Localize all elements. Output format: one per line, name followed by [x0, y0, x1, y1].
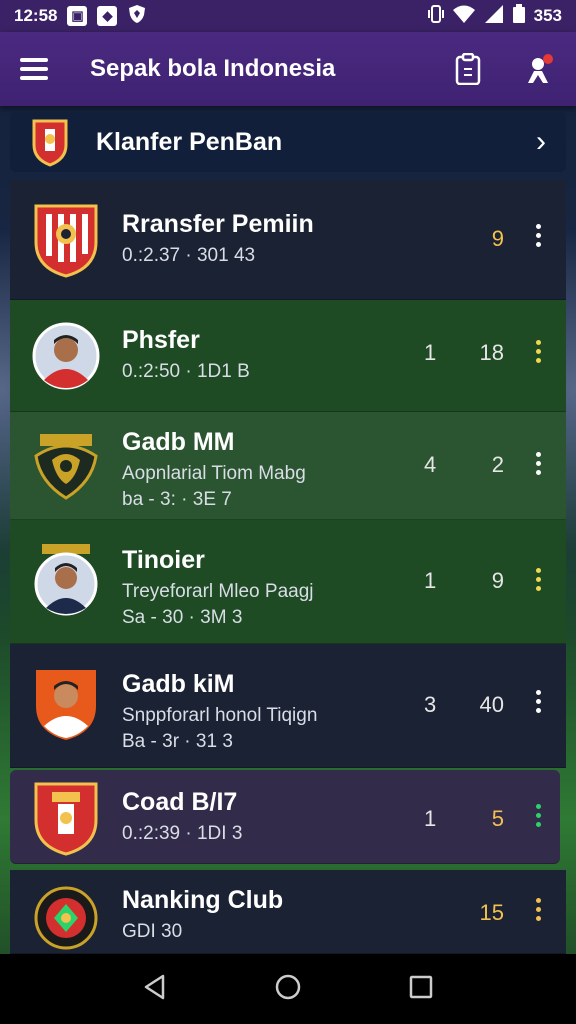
- item-detail: Treyeforarl Mleo Paagj: [122, 581, 314, 602]
- status-bar: 12:58 ▣ ◆ 353: [0, 0, 576, 32]
- item-detail: 0.:2:39 · 1DI 3: [122, 823, 243, 844]
- item-value: 1: [424, 340, 437, 365]
- item-count: 9: [491, 568, 504, 593]
- section-title: Klanfer PenBan: [96, 127, 283, 156]
- item-detail-secondary: Sa - 30 · 3M 3: [122, 607, 243, 628]
- item-detail-secondary: Ba - 3r · 31 3: [122, 731, 233, 752]
- item-detail: 0.:2.37 · 301 43: [122, 245, 256, 266]
- item-name: Rransfer Pemiin: [122, 210, 314, 238]
- list-item[interactable]: Gadb kiM Snppforarl honol Tiqign Ba - 3r…: [10, 644, 566, 768]
- item-count: 2: [491, 452, 504, 477]
- club-crest-avatar: [34, 886, 98, 950]
- gallery-icon: ▣: [67, 6, 88, 26]
- signal-icon: [484, 4, 504, 29]
- battery-icon: [512, 3, 526, 29]
- app-title: Sepak bola Indonesia: [90, 55, 336, 82]
- item-detail: GDI 30: [122, 921, 183, 942]
- red-crest-avatar: [34, 204, 98, 278]
- list-item[interactable]: Rransfer Pemiin 0.:2.37 · 301 43 9: [10, 180, 566, 300]
- app-bar: Sepak bola Indonesia: [0, 32, 576, 106]
- club-crest-icon: [32, 119, 68, 167]
- more-options-icon[interactable]: [532, 898, 544, 921]
- list-item[interactable]: Nanking Club GDI 30 15: [10, 870, 566, 954]
- recents-icon[interactable]: [409, 975, 433, 1004]
- transfer-list: Rransfer Pemiin 0.:2.37 · 301 43 9 Phsfe…: [10, 180, 566, 954]
- chevron-right-icon[interactable]: ›: [536, 125, 546, 159]
- item-name: Gadb kiM: [122, 670, 235, 698]
- battery-level: 353: [533, 6, 562, 25]
- item-count: 18: [479, 340, 504, 365]
- more-options-icon[interactable]: [532, 690, 544, 713]
- item-value: 1: [424, 806, 437, 831]
- item-count: 9: [491, 226, 504, 251]
- home-icon[interactable]: [274, 973, 302, 1006]
- app-icon: ◆: [97, 6, 118, 26]
- item-name: Gadb MM: [122, 428, 235, 456]
- vibrate-icon: [427, 4, 444, 29]
- garuda-crest-avatar: [34, 434, 98, 500]
- item-value: 3: [424, 692, 437, 717]
- item-name: Coad B/I7: [122, 788, 238, 816]
- list-item[interactable]: Phsfer 0.:2:50 · 1D1 B 1 18: [10, 300, 566, 412]
- player-avatar: [32, 322, 100, 390]
- item-detail: 0.:2:50 · 1D1 B: [122, 361, 250, 382]
- item-name: Phsfer: [122, 326, 200, 354]
- back-icon[interactable]: [143, 974, 167, 1005]
- item-count: 40: [479, 692, 504, 717]
- shield-icon: [127, 4, 147, 29]
- player-avatar: [34, 544, 98, 616]
- item-name: Nanking Club: [122, 886, 284, 914]
- item-count: 5: [491, 806, 504, 831]
- status-time: 12:58: [14, 6, 58, 25]
- list-item[interactable]: Coad B/I7 0.:2:39 · 1DI 3 1 5: [10, 770, 560, 864]
- item-value: 4: [424, 452, 437, 477]
- list-item[interactable]: Gadb MM Aopnlarial Tiom Mabg ba - 3: · 3…: [10, 412, 566, 520]
- profile-notification-icon[interactable]: [524, 53, 556, 85]
- item-detail: Aopnlarial Tiom Mabg: [122, 463, 306, 484]
- wifi-icon: [452, 4, 476, 29]
- more-options-icon[interactable]: [532, 224, 544, 247]
- section-header[interactable]: Klanfer PenBan ›: [10, 112, 566, 172]
- clipboard-icon[interactable]: [452, 53, 484, 85]
- item-count: 15: [479, 900, 504, 925]
- item-name: Tinoier: [122, 546, 205, 574]
- more-options-icon[interactable]: [532, 568, 544, 591]
- item-detail-secondary: ba - 3: · 3E 7: [122, 489, 232, 510]
- hamburger-icon[interactable]: [20, 58, 48, 80]
- item-value: 1: [424, 568, 437, 593]
- player-avatar: [36, 670, 96, 740]
- more-options-icon[interactable]: [532, 804, 544, 827]
- more-options-icon[interactable]: [532, 340, 544, 363]
- more-options-icon[interactable]: [532, 452, 544, 475]
- system-nav-bar: [0, 954, 576, 1024]
- red-crest-avatar: [34, 782, 98, 856]
- list-item[interactable]: Tinoier Treyeforarl Mleo Paagj Sa - 30 ·…: [10, 520, 566, 644]
- item-detail: Snppforarl honol Tiqign: [122, 705, 318, 726]
